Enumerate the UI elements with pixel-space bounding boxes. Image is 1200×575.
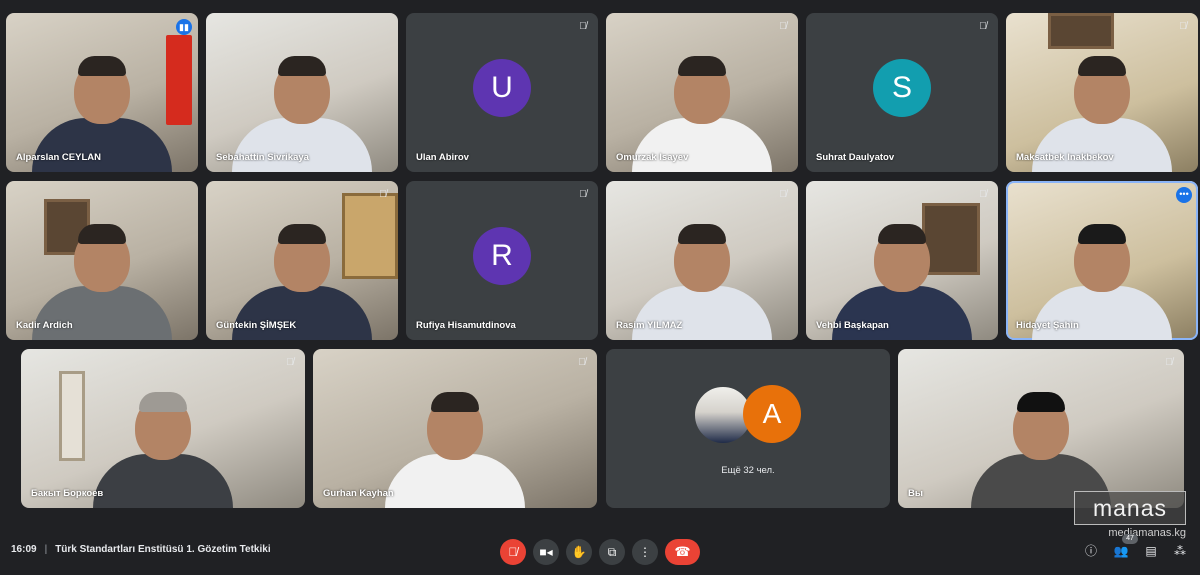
mic-off-icon: 🎙̸ [508,545,518,559]
self-tile[interactable]: 🎙̸ Вы [898,349,1184,508]
meeting-time: 16:09 [11,544,37,555]
participant-name: Gurhan Kayhan [323,488,394,499]
participant-name: Vehbi Başkapan [816,320,889,331]
participant-tile[interactable]: 🎙̸ Бакыт Боркоев [21,349,305,508]
people-count-badge: 47 [1122,534,1138,544]
participant-video [93,390,233,508]
more-options-icon[interactable]: ••• [1176,187,1192,203]
mic-off-icon: 🎙̸ [1179,21,1187,32]
mic-off-icon: 🎙̸ [379,189,387,200]
mic-off-icon: 🎙̸ [579,21,587,32]
meeting-title: Türk Standartları Enstitüsü 1. Gözetim T… [55,544,271,555]
wall-portrait [1048,13,1114,49]
mic-off-icon: 🎙̸ [579,189,587,200]
hand-icon: ✋ [571,545,587,559]
participant-name: Omurzak Isayev [616,152,689,163]
present-screen-icon: ⧉ [607,545,617,559]
mic-off-icon: 🎙̸ [979,21,987,32]
chat-button[interactable]: ▤ [1142,542,1160,560]
people-button[interactable]: 👥 [1112,542,1130,560]
participant-tile[interactable]: 🎙̸ Vehbi Başkapan [806,181,998,340]
participant-tile[interactable]: 🎙̸ Rasim YILMAZ [606,181,798,340]
participant-avatar: S [873,58,931,117]
mic-off-icon: 🎙̸ [286,357,294,368]
participant-name: Rasim YILMAZ [616,320,683,331]
participant-avatar: U [473,58,531,117]
meeting-info: 16:09 | Türk Standartları Enstitüsü 1. Göz… [11,544,271,555]
people-icon: 👥 [1113,544,1129,558]
participant-tile[interactable]: 🎙̸ Omurzak Isayev [606,13,798,172]
leave-call-button[interactable]: ☎ [665,539,700,565]
participant-name: Suhrat Daulyatov [816,152,895,163]
info-icon: ⓘ [1084,544,1097,558]
present-screen-button[interactable]: ⧉ [599,539,625,565]
participant-tile[interactable]: S 🎙̸ Suhrat Daulyatov [806,13,998,172]
participant-name: Бакыт Боркоев [31,488,104,499]
mic-off-icon: 🎙̸ [979,189,987,200]
activities-button[interactable]: ⁂ [1171,542,1189,560]
participant-tile[interactable]: R 🎙̸ Rufiya Hisamutdinova [406,181,598,340]
mic-toggle-button[interactable]: 🎙̸ [500,539,526,565]
activities-icon: ⁂ [1174,544,1186,558]
participant-tile[interactable]: ▮▮ Alparslan CEYLAN [6,13,198,172]
watermark: manas mediamanas.kg [1074,491,1186,539]
participant-name: Ulan Abirov [416,152,469,163]
participant-tile[interactable]: 🎙̸ Güntekin ŞİMŞEK [206,181,398,340]
more-options-button[interactable]: ⋮ [632,539,658,565]
others-tile[interactable]: A Ещё 32 чел. [606,349,890,508]
participant-tile[interactable]: Kadir Ardich [6,181,198,340]
meeting-details-button[interactable]: ⓘ [1082,542,1100,560]
participant-name: Alparslan CEYLAN [16,152,101,163]
camera-toggle-button[interactable]: ■◂ [533,539,559,565]
more-vert-icon: ⋮ [639,545,651,559]
participant-name: Maksatbek Inakbekov [1016,152,1114,163]
mic-off-icon: 🎙̸ [1165,357,1173,368]
participant-avatar: A [743,385,801,443]
raise-hand-button[interactable]: ✋ [566,539,592,565]
wall-calendar [59,371,85,461]
others-avatar-group: A [693,385,803,445]
participant-name: Rufiya Hisamutdinova [416,320,516,331]
mic-off-icon: 🎙̸ [779,21,787,32]
participant-tile[interactable]: ••• Hidayet Şahin [1006,181,1198,340]
mic-off-icon: 🎙̸ [578,357,586,368]
chat-icon: ▤ [1145,544,1157,558]
watermark-logo: manas [1074,491,1186,525]
participant-avatar: R [473,226,531,285]
participant-name: Kadir Ardich [16,320,73,331]
participant-tile[interactable]: U 🎙̸ Ulan Abirov [406,13,598,172]
participant-video [385,390,525,508]
participant-tile[interactable]: Sebahattin Sivrikaya [206,13,398,172]
others-count-label: Ещё 32 чел. [721,465,775,476]
participant-name: Вы [908,488,923,499]
meeting-separator: | [44,544,48,555]
participant-name: Hidayet Şahin [1016,320,1079,331]
speaking-indicator-icon: ▮▮ [176,19,192,35]
mic-off-icon: 🎙̸ [779,189,787,200]
participant-tile[interactable]: 🎙̸ Gurhan Kayhan [313,349,597,508]
participant-name: Güntekin ŞİMŞEK [216,320,297,331]
bottom-control-bar: 16:09 | Türk Standartları Enstitüsü 1. Göz… [0,530,1200,575]
participant-tile[interactable]: 🎙̸ Maksatbek Inakbekov [1006,13,1198,172]
participant-name: Sebahattin Sivrikaya [216,152,309,163]
call-end-icon: ☎ [674,544,691,559]
videocam-icon: ■◂ [539,545,553,559]
